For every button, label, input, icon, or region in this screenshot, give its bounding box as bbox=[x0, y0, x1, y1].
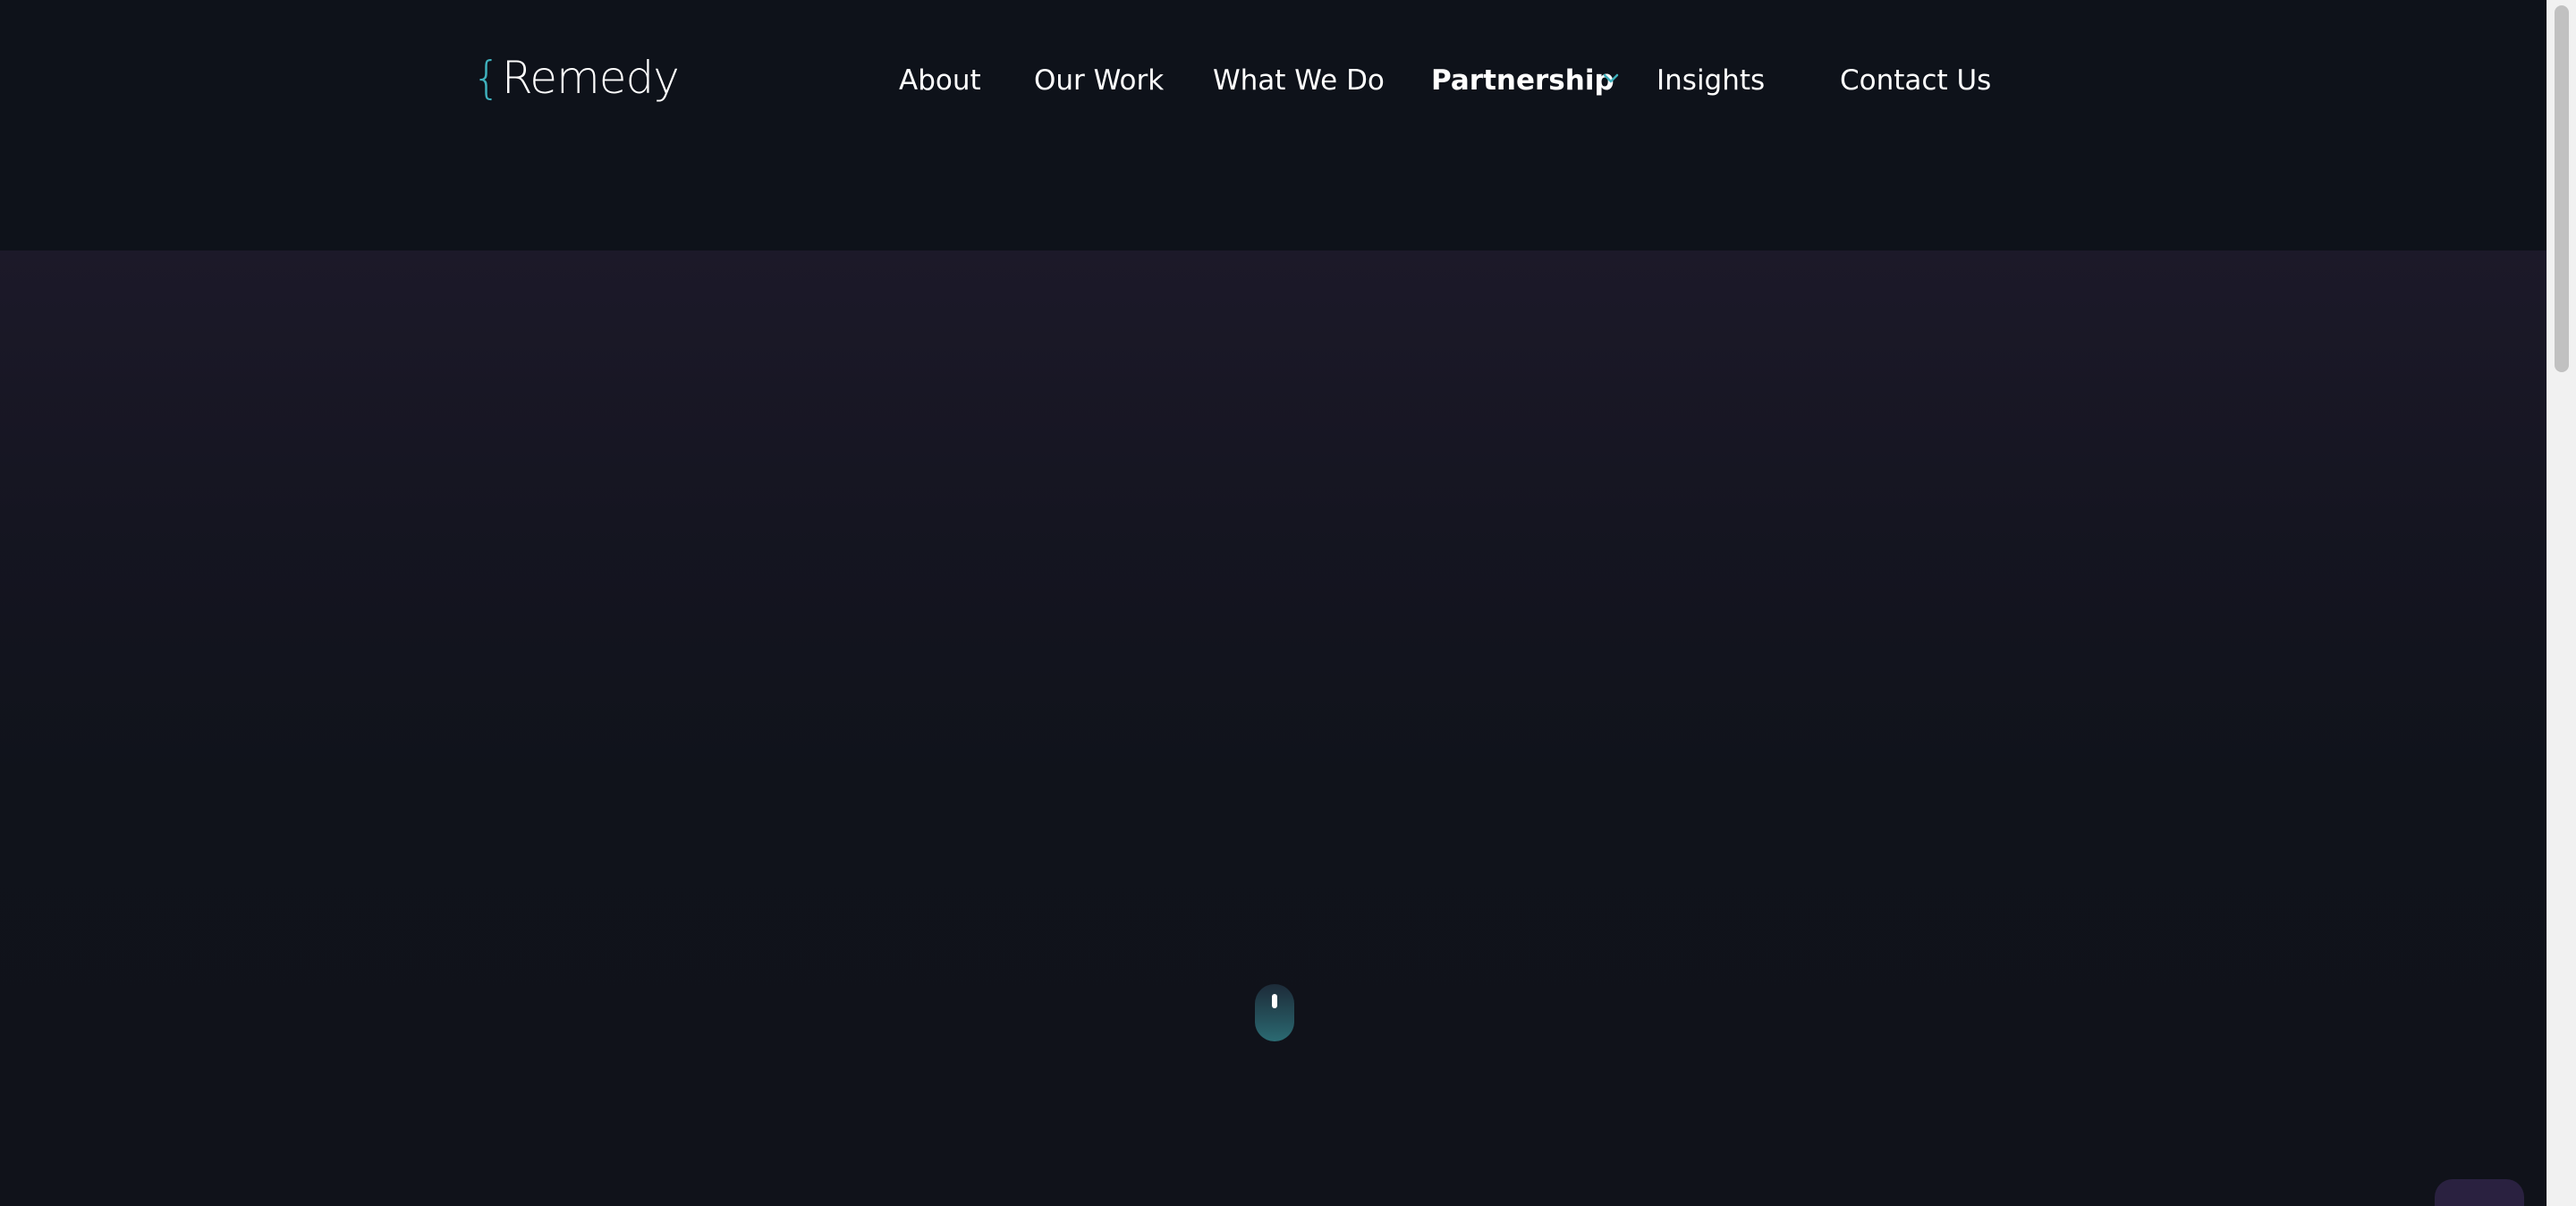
chevron-down-icon[interactable] bbox=[1601, 68, 1621, 88]
page: { Remedy About Our Work What We Do Partn… bbox=[0, 0, 2576, 1206]
nav-our-work[interactable]: Our Work bbox=[1034, 54, 1164, 107]
nav-about[interactable]: About bbox=[899, 54, 981, 107]
site-header: { Remedy About Our Work What We Do Partn… bbox=[0, 0, 2547, 251]
scrollbar[interactable] bbox=[2546, 0, 2576, 1206]
mouse-wheel bbox=[1272, 994, 1277, 1008]
nav-contact-us[interactable]: Contact Us bbox=[1840, 54, 1991, 107]
nav-partnership[interactable]: Partnership bbox=[1431, 54, 1614, 107]
nav-what-we-do[interactable]: What We Do bbox=[1213, 54, 1385, 107]
main-nav: About Our Work What We Do Partnership In… bbox=[0, 54, 2547, 107]
scrollbar-thumb[interactable] bbox=[2555, 5, 2569, 372]
mouse-icon[interactable] bbox=[1255, 984, 1294, 1041]
nav-insights[interactable]: Insights bbox=[1657, 54, 1765, 107]
chat-widget-button[interactable] bbox=[2435, 1179, 2524, 1206]
hero-section bbox=[0, 251, 2547, 1206]
